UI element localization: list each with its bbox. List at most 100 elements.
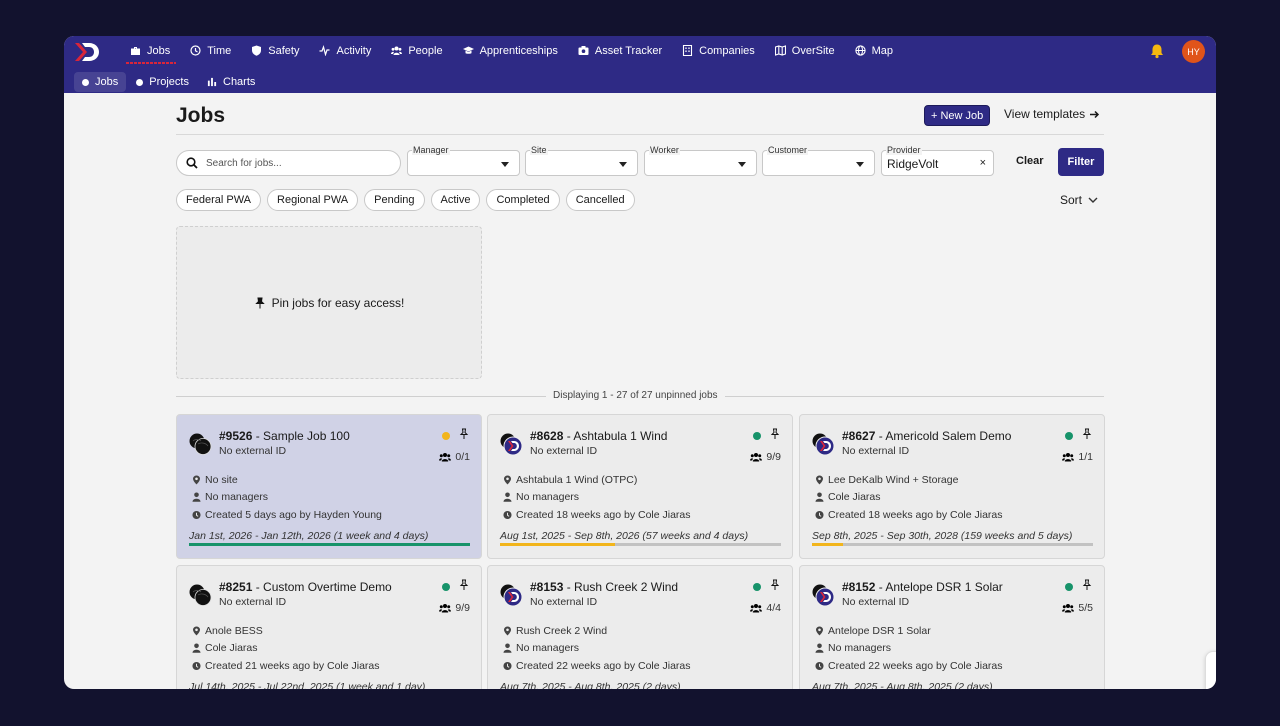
subnav-charts[interactable]: Charts [199,72,263,92]
pin-icon[interactable] [769,428,781,440]
job-card[interactable]: #8627 - Americold Salem Demo No external … [799,414,1105,559]
clock-icon [190,45,201,56]
nav-jobs[interactable]: Jobs [120,36,180,65]
nav-asset-tracker[interactable]: Asset Tracker [568,36,672,65]
job-name: - Antelope DSR 1 Solar [875,580,1003,594]
chip-cancelled[interactable]: Cancelled [565,189,635,211]
chip-active[interactable]: Active [430,189,481,211]
pin-icon[interactable] [458,579,470,591]
clear-selection-icon[interactable]: × [980,157,986,169]
job-created: Created 22 weeks ago by Cole Jiaras [503,657,691,675]
job-title[interactable]: #8251 - Custom Overtime Demo [219,580,392,594]
pin-icon[interactable] [1081,579,1093,591]
nav-label: OverSite [791,44,835,57]
worker-count-label: 4/4 [766,602,781,614]
status-dot [442,432,450,440]
company-logo [500,433,523,456]
job-name: - Custom Overtime Demo [252,580,392,594]
job-number: #8627 [842,429,876,443]
nav-activity[interactable]: Activity [309,36,381,65]
company-logo [500,584,523,607]
displaying-count: Displaying 1 - 27 of 27 unpinned jobs [546,390,725,401]
nav-apprenticeships[interactable]: Apprenticeships [453,36,568,65]
nav-time[interactable]: Time [180,36,241,65]
site-label: Anole BESS [205,624,263,637]
select-label: Site [530,145,548,155]
job-site: Ashtabula 1 Wind (OTPC) [503,471,691,489]
job-managers: Cole Jiaras [192,640,380,658]
subnav-jobs[interactable]: Jobs [74,72,127,92]
chip-federal-pwa[interactable]: Federal PWA [176,189,262,211]
view-templates-link[interactable]: View templates [1004,107,1100,121]
pin-icon[interactable] [458,428,470,440]
managers-label: Cole Jiaras [205,642,258,655]
clock-icon [815,510,824,519]
people-icon [1062,453,1075,462]
site-label: Antelope DSR 1 Solar [828,624,931,637]
worker-count-label: 9/9 [766,451,781,463]
nav-label: Jobs [147,44,171,57]
nav-safety[interactable]: Safety [241,36,309,65]
chip-completed[interactable]: Completed [486,189,560,211]
job-card[interactable]: #8251 - Custom Overtime Demo No external … [176,565,482,689]
notification-bell-icon[interactable] [1149,43,1165,59]
job-title[interactable]: #8152 - Antelope DSR 1 Solar [842,580,1003,594]
user-avatar[interactable]: HY [1182,40,1205,63]
job-title[interactable]: #9526 - Sample Job 100 [219,429,350,443]
clock-icon [192,661,201,670]
nav-label: Time [207,44,232,57]
map-pin-icon [504,475,511,485]
sort-dropdown[interactable]: Sort [1060,193,1098,207]
job-card[interactable]: #9526 - Sample Job 100 No external ID 0/1 N… [176,414,482,559]
external-id: No external ID [842,445,910,457]
nav-people[interactable]: People [381,36,452,65]
job-card[interactable]: #8628 - Ashtabula 1 Wind No external ID 9/… [487,414,793,559]
clock-icon [815,661,824,670]
job-title[interactable]: #8627 - Americold Salem Demo [842,429,1011,443]
job-details: Lee DeKalb Wind + Storage Cole Jiaras Crea… [815,471,1003,524]
new-job-button[interactable]: + New Job [924,105,991,126]
managers-label: No managers [516,642,580,655]
site-select[interactable]: Site [525,145,638,176]
subnav-projects[interactable]: Projects [128,72,197,92]
job-site: Antelope DSR 1 Solar [815,622,1003,640]
dsptch-logo[interactable] [74,41,100,63]
clear-button[interactable]: Clear [1016,155,1044,167]
managers-label: No managers [205,491,269,504]
nav-map[interactable]: Map [845,36,903,65]
map-pin-icon [193,475,200,485]
job-number: #9526 [219,429,253,443]
job-card[interactable]: #8152 - Antelope DSR 1 Solar No external … [799,565,1105,689]
job-details: No site No managers Created 5 days ago by … [192,471,382,524]
job-details: Ashtabula 1 Wind (OTPC) No managers Create… [503,471,691,524]
map-pin-icon [193,626,200,636]
subnav-label: Charts [223,76,256,88]
provider-select[interactable]: Provider RidgeVolt × [881,145,994,176]
nav-oversite[interactable]: OverSite [765,36,845,65]
job-title[interactable]: #8153 - Rush Creek 2 Wind [530,580,678,594]
status-chips: Federal PWA Regional PWA Pending Active Comp… [176,189,635,211]
nav-companies[interactable]: Companies [672,36,765,65]
job-card[interactable]: #8153 - Rush Creek 2 Wind No external ID 4… [487,565,793,689]
worker-select[interactable]: Worker [644,145,757,176]
dsptch-widget-button[interactable] [1205,651,1216,689]
search-input[interactable]: Search for jobs... [176,150,401,176]
sub-nav: Jobs Projects Charts [74,72,263,92]
manager-select[interactable]: Manager [407,145,520,176]
graduation-cap-icon [462,46,474,54]
header-divider [176,134,1104,135]
pin-icon[interactable] [1081,428,1093,440]
job-created: Created 21 weeks ago by Cole Jiaras [192,657,380,675]
pin-icon[interactable] [769,579,781,591]
job-title[interactable]: #8628 - Ashtabula 1 Wind [530,429,667,443]
customer-select[interactable]: Customer [762,145,875,176]
search-icon [186,157,198,169]
job-name: - Ashtabula 1 Wind [563,429,668,443]
job-date-range: Jul 14th, 2025 - Jul 22nd, 2025 (1 week … [189,681,426,689]
filter-button[interactable]: Filter [1058,148,1104,176]
worker-count-label: 0/1 [455,451,470,463]
user-icon [192,643,201,654]
map-pin-icon [504,626,511,636]
chip-regional-pwa[interactable]: Regional PWA [267,189,359,211]
chip-pending[interactable]: Pending [364,189,425,211]
